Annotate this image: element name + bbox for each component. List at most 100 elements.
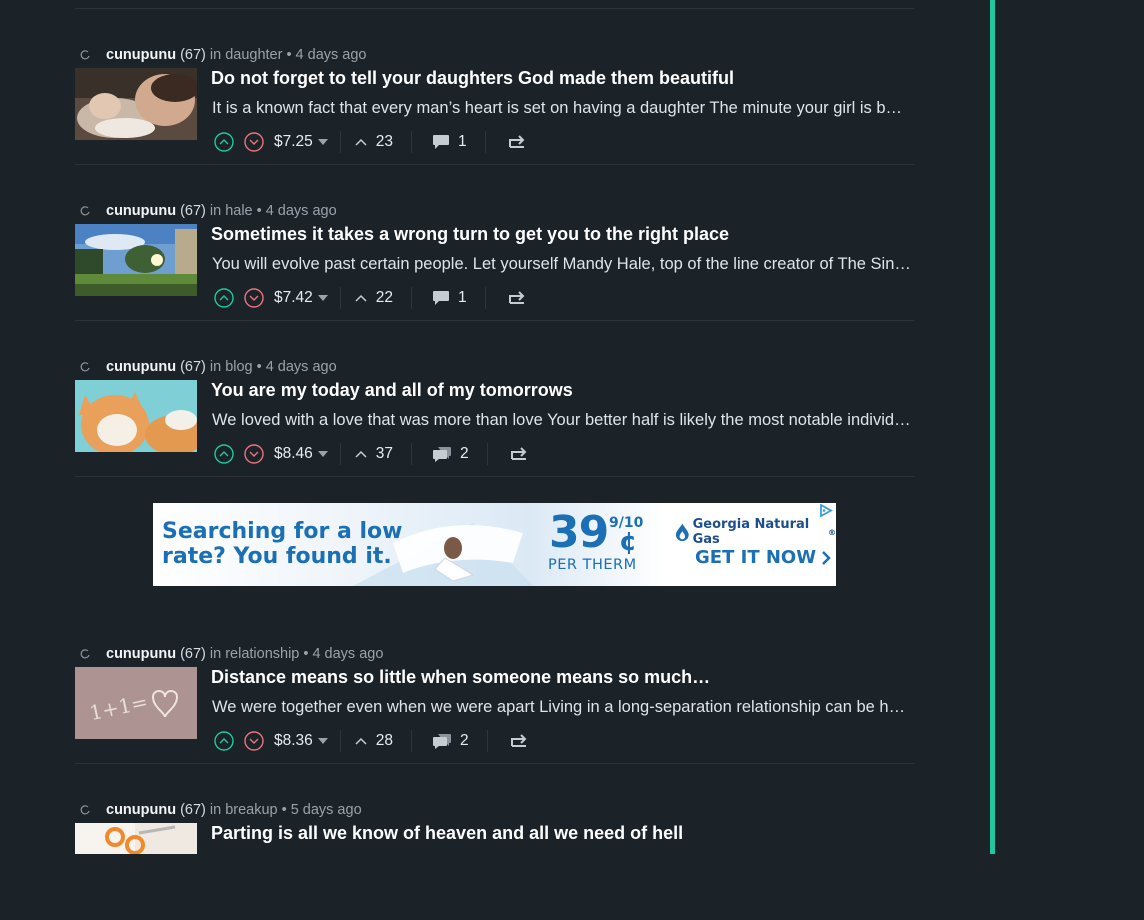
byline-separator: • (281, 802, 287, 818)
payout-dropdown[interactable]: $8.36 (274, 732, 328, 750)
comments-link[interactable]: 2 (432, 445, 469, 463)
payout-value: $8.36 (274, 732, 313, 749)
post-excerpt[interactable]: It is a known fact that every man’s hear… (212, 99, 911, 118)
payout-value: $8.46 (274, 445, 313, 462)
orange-cat-photo (75, 380, 197, 452)
footer-divider (484, 131, 486, 153)
reblog-button[interactable] (510, 734, 528, 748)
author-link[interactable]: cunupunu (106, 47, 176, 63)
author-reputation: (67) (180, 646, 206, 662)
post-timestamp[interactable]: 4 days ago (312, 646, 383, 662)
post-thumbnail[interactable]: 1+1= (75, 667, 197, 739)
category-link[interactable]: blog (225, 359, 252, 375)
post-title-link[interactable]: You are my today and all of my tomorrows (211, 380, 911, 401)
footer-divider (339, 443, 341, 465)
reblog-icon (508, 135, 525, 148)
post-thumbnail[interactable] (75, 380, 197, 452)
post-byline: cunupunu (67) in breakup • 5 days ago (80, 802, 362, 818)
author-link[interactable]: cunupunu (106, 646, 176, 662)
payout-dropdown[interactable]: $8.46 (274, 445, 328, 463)
category-link[interactable]: hale (225, 203, 252, 219)
comments-link[interactable]: 1 (432, 289, 467, 307)
post-byline: cunupunu (67) in blog • 4 days ago (80, 359, 337, 375)
post-summary: cunupunu (67) in hale • 4 days ago Somet… (75, 165, 914, 321)
reblog-button[interactable] (508, 291, 526, 305)
voters-count[interactable]: 28 (355, 732, 393, 750)
post-summary: cunupunu (67) in blog • 4 days ago You a… (75, 321, 914, 477)
post-summary: cunupunu (67) in relationship • 4 days a… (75, 608, 914, 764)
footer-divider (339, 287, 341, 309)
reblog-icon (510, 734, 527, 747)
caret-down-icon (317, 139, 328, 145)
post-timestamp[interactable]: 4 days ago (266, 359, 337, 375)
downvote-icon[interactable] (244, 132, 264, 152)
vote-count: 23 (375, 133, 394, 150)
author-reputation: (67) (180, 47, 206, 63)
author-link[interactable]: cunupunu (106, 802, 176, 818)
ad-brand-name: Georgia Natural Gas (692, 517, 810, 547)
footer-divider (411, 730, 413, 752)
reblog-icon (510, 447, 527, 460)
post-title-link[interactable]: Sometimes it takes a wrong turn to get y… (211, 224, 911, 245)
post-thumbnail[interactable] (75, 224, 197, 296)
footer-divider (486, 443, 488, 465)
caret-down-icon (317, 738, 328, 744)
caret-down-icon (317, 451, 328, 457)
voters-count[interactable]: 23 (355, 133, 393, 151)
scissors-paper-photo (75, 823, 197, 854)
vote-count: 22 (375, 289, 394, 306)
post-footer: $7.25 23 1 (214, 130, 526, 154)
payout-dropdown[interactable]: $7.42 (274, 289, 328, 307)
category-link[interactable]: breakup (225, 802, 277, 818)
sidebar-accent-border (990, 0, 995, 854)
voters-count[interactable]: 37 (355, 445, 393, 463)
author-reputation: (67) (180, 203, 206, 219)
vote-count: 28 (375, 732, 394, 749)
ad-choices-button[interactable] (816, 503, 836, 518)
loading-spinner-icon (80, 805, 90, 815)
author-link[interactable]: cunupunu (106, 203, 176, 219)
voters-count[interactable]: 22 (355, 289, 393, 307)
reblog-button[interactable] (510, 447, 528, 461)
chevron-up-icon (355, 138, 367, 146)
post-excerpt[interactable]: We loved with a love that was more than … (212, 411, 911, 430)
loading-spinner-icon (80, 206, 90, 216)
post-byline: cunupunu (67) in daughter • 4 days ago (80, 47, 366, 63)
post-summary: cunupunu (67) in daughter • 4 days ago D… (75, 9, 914, 165)
category-link[interactable]: daughter (225, 47, 282, 63)
upvote-icon[interactable] (214, 731, 234, 751)
downvote-icon[interactable] (244, 731, 264, 751)
payout-dropdown[interactable]: $7.25 (274, 133, 328, 151)
chevron-up-icon (355, 450, 367, 458)
category-link[interactable]: relationship (225, 646, 299, 662)
upvote-icon[interactable] (214, 288, 234, 308)
post-title-link[interactable]: Distance means so little when someone me… (211, 667, 911, 688)
downvote-icon[interactable] (244, 288, 264, 308)
post-excerpt[interactable]: You will evolve past certain people. Let… (212, 255, 911, 274)
advertisement-banner[interactable]: Searching for a low rate? You found it. … (153, 503, 836, 586)
post-title-link[interactable]: Parting is all we know of heaven and all… (211, 823, 911, 844)
post-thumbnail[interactable] (75, 68, 197, 140)
post-thumbnail[interactable] (75, 823, 197, 854)
post-excerpt[interactable]: We were together even when we were apart… (212, 698, 911, 717)
upvote-icon[interactable] (214, 132, 234, 152)
post-timestamp[interactable]: 4 days ago (266, 203, 337, 219)
footer-divider (411, 287, 413, 309)
author-link[interactable]: cunupunu (106, 359, 176, 375)
reblog-button[interactable] (508, 135, 526, 149)
downvote-icon[interactable] (244, 444, 264, 464)
ad-headline: Searching for a low rate? You found it. (162, 519, 402, 569)
footer-divider (339, 131, 341, 153)
comments-link[interactable]: 1 (432, 133, 467, 151)
upvote-icon[interactable] (214, 444, 234, 464)
ad-unit: PER THERM (548, 557, 637, 573)
post-timestamp[interactable]: 5 days ago (291, 802, 362, 818)
post-title-link[interactable]: Do not forget to tell your daughters God… (211, 68, 911, 89)
comment-icon (433, 291, 450, 305)
post-timestamp[interactable]: 4 days ago (296, 47, 367, 63)
ad-cents-sign: ¢ (619, 527, 638, 557)
payout-value: $7.42 (274, 289, 313, 306)
ad-cta-button[interactable]: GET IT NOW (695, 547, 831, 568)
comments-link[interactable]: 2 (432, 732, 469, 750)
footer-divider (339, 730, 341, 752)
